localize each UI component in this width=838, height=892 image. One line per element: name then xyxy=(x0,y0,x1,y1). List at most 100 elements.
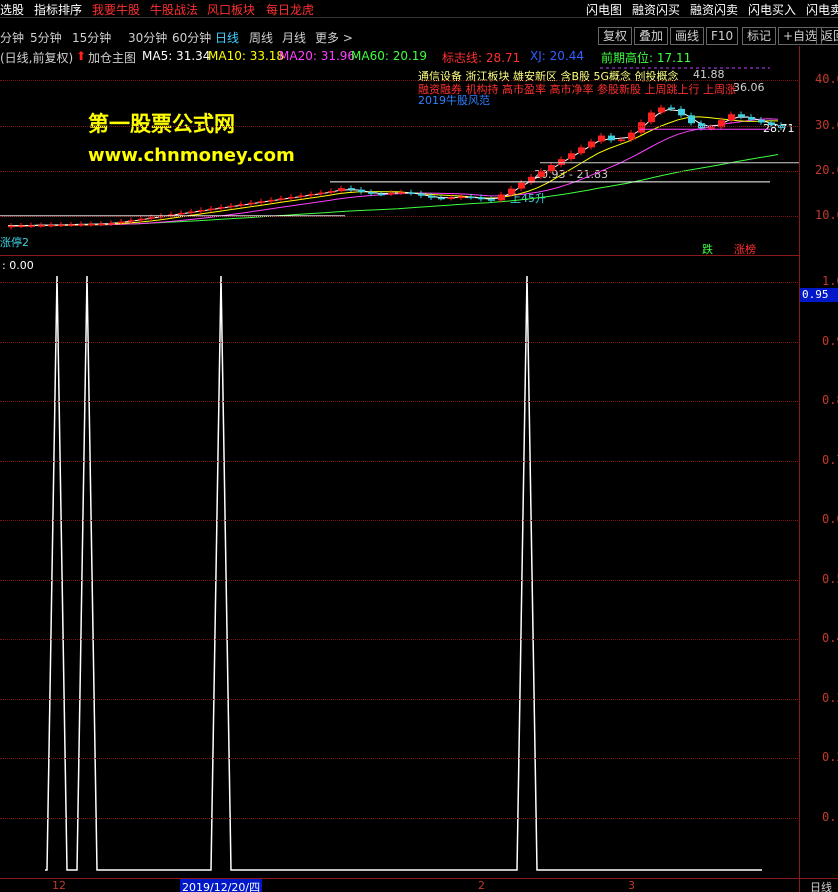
candle-body xyxy=(148,217,155,219)
indicator-gridline xyxy=(0,758,800,759)
period-tab-3[interactable]: 30分钟 xyxy=(128,29,167,46)
candle-body xyxy=(558,159,565,166)
menu-item-10[interactable]: 闪电卖 xyxy=(806,1,838,18)
candle-body xyxy=(748,116,755,120)
candle-body xyxy=(438,197,445,200)
period-tab-7[interactable]: 月线 xyxy=(282,29,306,46)
candle-body xyxy=(348,188,355,190)
indicator-tick-1: 0.9 xyxy=(822,333,838,348)
toolbar-button-1[interactable]: 叠加 xyxy=(634,27,669,45)
price-chart[interactable] xyxy=(0,46,800,255)
candle-body xyxy=(128,220,135,222)
price-gridline xyxy=(0,216,800,217)
period-tab-1[interactable]: 5分钟 xyxy=(30,29,62,46)
menu-item-0[interactable]: 选股 xyxy=(0,1,24,18)
indicator-tick-9: 0.1 xyxy=(822,809,838,824)
date-axis: 12 2019/12/20/四 2 3 日线 xyxy=(0,878,838,892)
candle-body xyxy=(738,114,745,117)
candle-body xyxy=(578,147,585,154)
indicator-gridline xyxy=(0,282,800,283)
menu-item-8[interactable]: 融资闪卖 xyxy=(690,1,738,18)
period-tab-6[interactable]: 周线 xyxy=(249,29,273,46)
period-tab-0[interactable]: 分钟 xyxy=(0,29,24,46)
price-tick-3: 10.00 xyxy=(815,208,838,222)
candle-body xyxy=(218,207,225,209)
menu-item-5[interactable]: 每日龙虎 xyxy=(266,1,314,18)
indicator-gridline xyxy=(0,817,800,819)
candle-body xyxy=(368,192,375,194)
period-toolbar: 分钟 5分钟 15分钟 30分钟 60分钟 日线 周线 月线 更多 > 复权 叠加 画线 F10 标记 +自… xyxy=(0,27,838,47)
candle-body xyxy=(448,197,455,199)
candle-body xyxy=(388,192,395,195)
price-gridline xyxy=(0,171,800,172)
price-tick-2: 20.00 xyxy=(815,163,838,177)
indicator-line xyxy=(45,275,762,871)
menu-item-1[interactable]: 指标排序 xyxy=(34,1,82,18)
price-tick-1: 30.00 xyxy=(815,118,838,132)
period-tab-4[interactable]: 60分钟 xyxy=(172,29,211,46)
indicator-gridline xyxy=(0,401,800,402)
indicator-tick-6: 0.4 xyxy=(822,631,838,645)
indicator-gridline xyxy=(0,639,800,640)
candle-body xyxy=(508,188,515,195)
candle-body xyxy=(298,195,305,198)
indicator-gridline xyxy=(0,341,800,343)
indicator-tick-7: 0.3 xyxy=(822,690,838,705)
menu-item-3[interactable]: 牛股战法 xyxy=(150,1,198,18)
date-cursor: 2019/12/20/四 xyxy=(180,879,263,892)
menu-item-2[interactable]: 我要牛股 xyxy=(92,1,140,18)
candle-body xyxy=(468,196,475,199)
candle-body xyxy=(418,193,425,196)
candle-body xyxy=(248,202,255,205)
candle-body xyxy=(68,224,75,226)
toolbar-button-4[interactable]: 标记 xyxy=(742,27,777,45)
candle-body xyxy=(18,225,25,228)
period-tab-8[interactable]: 更多 > xyxy=(315,29,353,46)
menu-item-4[interactable]: 风口板块 xyxy=(207,1,255,18)
indicator-gridline xyxy=(0,460,800,462)
toolbar-button-0[interactable]: 复权 xyxy=(598,27,633,45)
candle-body xyxy=(678,108,685,116)
candle-body xyxy=(228,205,235,208)
price-gridline xyxy=(0,80,800,81)
period-tab-2[interactable]: 15分钟 xyxy=(72,29,111,46)
toolbar-button-3[interactable]: F10 xyxy=(706,27,739,45)
candle-body xyxy=(48,224,55,227)
candle-body xyxy=(568,153,575,160)
candle-body xyxy=(258,201,265,203)
candle-body xyxy=(648,112,655,123)
menu-item-9[interactable]: 闪电买入 xyxy=(748,1,796,18)
candle-body xyxy=(428,195,435,198)
toolbar-button-2[interactable]: 画线 xyxy=(670,27,705,45)
candle-body xyxy=(118,221,125,224)
candle-body xyxy=(188,211,195,213)
indicator-tick-3: 0.7 xyxy=(822,452,838,467)
candle-body xyxy=(78,224,85,226)
period-label: 日线 xyxy=(810,881,832,892)
menu-item-7[interactable]: 融资闪买 xyxy=(632,1,680,18)
candle-body xyxy=(378,193,385,196)
candle-body xyxy=(8,225,15,228)
toolbar-button-6[interactable]: 返回 xyxy=(816,27,838,45)
top-menu-bar: 选股 指标排序 我要牛股 牛股战法 风口板块 每日龙虎 闪电图 融资闪买 融资闪卖 闪电买入 闪电卖 xyxy=(0,0,838,18)
candle-body xyxy=(238,204,245,206)
candle-body xyxy=(28,225,35,227)
date-r2: 3 xyxy=(628,879,635,892)
candle-body xyxy=(488,199,495,201)
candle-body xyxy=(688,115,695,124)
candle-body xyxy=(108,223,115,225)
candle-body xyxy=(288,196,295,199)
candle-body xyxy=(88,223,95,226)
period-tab-5[interactable]: 日线 xyxy=(215,29,239,46)
candle-body xyxy=(608,135,615,141)
current-value-badge: 0.95 xyxy=(800,288,838,302)
candle-body xyxy=(588,141,595,148)
candle-body xyxy=(458,196,465,199)
indicator-gridline xyxy=(0,579,800,581)
price-gridline xyxy=(0,126,800,127)
candle-body xyxy=(668,107,675,109)
menu-item-6[interactable]: 闪电图 xyxy=(586,1,622,18)
candle-body xyxy=(478,197,485,200)
indicator-chart[interactable] xyxy=(0,256,800,876)
indicator-tick-4: 0.6 xyxy=(822,512,838,526)
